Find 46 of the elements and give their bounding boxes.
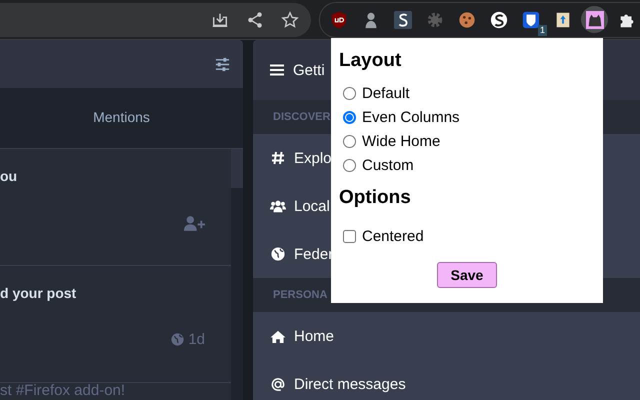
radio-button[interactable] — [343, 110, 356, 124]
scrollbar-thumb[interactable] — [231, 149, 243, 188]
shield-icon — [330, 10, 348, 28]
nav-link[interactable]: Home — [253, 312, 640, 360]
gear-icon — [426, 10, 444, 28]
cookie-icon — [458, 10, 476, 28]
count-badge: 1 — [538, 25, 547, 36]
hashtag-icon — [270, 151, 286, 165]
radio-button[interactable] — [343, 134, 356, 148]
extension-button[interactable]: 1 — [517, 6, 544, 33]
menu-icon — [270, 64, 284, 76]
users-icon — [270, 199, 286, 213]
section-heading: Options — [339, 187, 412, 209]
notification-title: ou — [0, 168, 18, 184]
section-heading: Layout — [339, 50, 402, 72]
extension-button[interactable] — [581, 6, 608, 33]
s-letter-icon — [394, 10, 412, 28]
post-text: st #Firefox add-on! — [0, 382, 126, 399]
radio-button[interactable] — [343, 158, 356, 172]
star-icon[interactable] — [281, 10, 299, 28]
add-user-icon — [183, 215, 205, 232]
save-button[interactable]: Save — [437, 262, 497, 288]
book-icon — [554, 10, 572, 28]
download-icon[interactable] — [211, 10, 229, 28]
at-icon — [270, 376, 286, 392]
radio-button[interactable] — [343, 86, 356, 100]
nav-link[interactable]: Direct messages — [253, 360, 640, 400]
sliders-icon[interactable] — [215, 56, 230, 72]
cat-icon — [586, 10, 604, 28]
radio-label: Even Columns — [362, 108, 460, 126]
s-circle-icon — [490, 10, 508, 28]
checkbox-label: Centered — [362, 228, 424, 244]
globe-icon — [171, 333, 184, 346]
timestamp: 1d — [188, 331, 205, 348]
shield-icon — [522, 10, 540, 28]
notification-title: d your post — [0, 285, 76, 301]
checkbox[interactable] — [343, 230, 356, 242]
globe-icon — [270, 247, 286, 261]
share-icon[interactable] — [246, 10, 264, 28]
home-icon — [270, 330, 286, 342]
radio-label: Default — [362, 84, 410, 102]
tab[interactable]: Mentions — [0, 88, 243, 148]
radio-label: Custom — [362, 156, 414, 174]
scrollbar[interactable] — [231, 149, 243, 400]
address-bar[interactable] — [0, 2, 311, 36]
radio-label: Wide Home — [362, 132, 440, 150]
